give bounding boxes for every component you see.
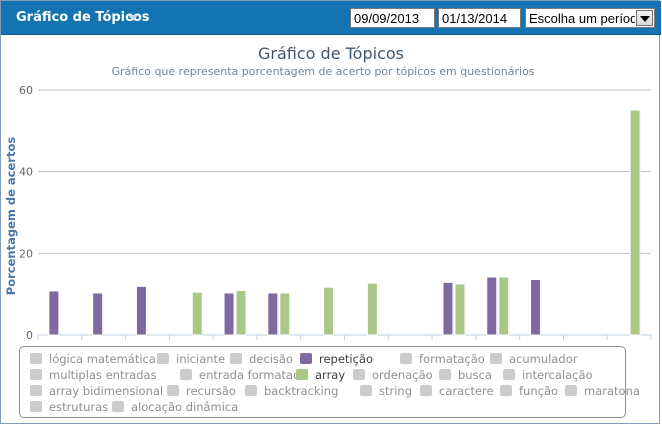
legend-label: multiplas entradas xyxy=(49,368,157,382)
topics-bar-chart: Gráfico de Tópicos Gráfico que represent… xyxy=(4,44,652,342)
y-tick-label: 20 xyxy=(19,247,33,260)
legend-label: decisão xyxy=(249,352,293,366)
legend-swatch xyxy=(300,353,312,364)
legend-item[interactable]: string xyxy=(360,384,412,400)
legend-swatch xyxy=(490,353,502,364)
legend-item[interactable]: estruturas xyxy=(30,400,108,416)
bar-repeticao[interactable] xyxy=(530,278,542,336)
legend-swatch xyxy=(30,353,42,364)
legend-item[interactable]: alocação dinâmica xyxy=(112,400,238,416)
legend-swatch xyxy=(157,353,169,364)
legend-item[interactable]: lógica matemática xyxy=(30,352,156,368)
legend-swatch xyxy=(565,385,577,396)
chevron-down-icon[interactable] xyxy=(128,15,138,21)
legend-item[interactable]: array bidimensional xyxy=(30,384,163,400)
chart-legend: lógica matemática iniciante decisão repetiç… xyxy=(19,346,640,418)
legend-swatch xyxy=(30,385,42,396)
legend-label: maratona xyxy=(584,384,640,398)
bar-array[interactable] xyxy=(279,292,291,336)
bar-array[interactable] xyxy=(323,286,335,336)
bar-repeticao[interactable] xyxy=(48,290,60,336)
legend-label: intercalação xyxy=(522,368,593,382)
legend-swatch xyxy=(230,353,242,364)
bar-repeticao[interactable] xyxy=(223,292,235,336)
legend-swatch xyxy=(180,369,192,380)
bar-array[interactable] xyxy=(454,283,466,336)
legend-label: array bidimensional xyxy=(49,384,164,398)
legend-label: lógica matemática xyxy=(49,352,156,366)
panel-header: Gráfico de Tópicos Escolha um período xyxy=(1,1,661,35)
legend-item[interactable]: formatação xyxy=(400,352,485,368)
legend-swatch xyxy=(30,369,42,380)
legend-label: entrada formatada xyxy=(199,368,308,382)
legend-item[interactable]: recursão xyxy=(167,384,236,400)
legend-item[interactable]: array xyxy=(296,368,345,384)
legend-item[interactable]: intercalação xyxy=(503,368,593,384)
legend-item[interactable]: backtracking xyxy=(245,384,338,400)
legend-swatch xyxy=(439,369,451,380)
legend-item[interactable]: busca xyxy=(439,368,492,384)
legend-label: função xyxy=(519,384,559,398)
legend-label: estruturas xyxy=(49,400,109,414)
legend-swatch xyxy=(296,369,308,380)
legend-swatch xyxy=(420,385,432,396)
legend-label: recursão xyxy=(186,384,236,398)
chart-title: Gráfico de Tópicos xyxy=(258,44,404,63)
legend-item[interactable]: acumulador xyxy=(490,352,577,368)
y-axis-label: Porcentagem de acertos xyxy=(4,137,18,296)
legend-swatch xyxy=(167,385,179,396)
legend-label: backtracking xyxy=(264,384,339,398)
legend-item[interactable]: decisão xyxy=(230,352,293,368)
start-date-input[interactable] xyxy=(350,8,435,28)
legend-swatch xyxy=(245,385,257,396)
topics-chart-panel: Gráfico de Tópicos Escolha um período Gr… xyxy=(0,0,661,424)
bar-array[interactable] xyxy=(235,289,247,336)
legend-label: acumulador xyxy=(509,352,578,366)
period-select-value: Escolha um período xyxy=(529,11,635,26)
legend-item[interactable]: entrada formatada xyxy=(180,368,307,384)
legend-item[interactable]: multiplas entradas xyxy=(30,368,157,384)
bar-repeticao[interactable] xyxy=(92,292,104,336)
y-tick-label: 0 xyxy=(26,329,33,342)
chart-subtitle: Gráfico que representa porcentagem de ac… xyxy=(111,65,534,78)
legend-item[interactable]: iniciante xyxy=(157,352,225,368)
period-select[interactable]: Escolha um período xyxy=(525,8,655,28)
legend-swatch xyxy=(353,369,365,380)
legend-swatch xyxy=(30,401,42,412)
bar-array[interactable] xyxy=(366,282,378,336)
y-tick-label: 60 xyxy=(19,84,33,97)
legend-swatch xyxy=(503,369,515,380)
legend-item[interactable]: caractere xyxy=(420,384,494,400)
dropdown-arrow-icon xyxy=(640,16,650,22)
legend-swatch xyxy=(400,353,412,364)
end-date-input[interactable] xyxy=(438,8,521,28)
legend-swatch xyxy=(360,385,372,396)
bar-repeticao[interactable] xyxy=(267,292,279,336)
legend-label: ordenação xyxy=(372,368,433,382)
y-tick-label: 40 xyxy=(19,166,33,179)
legend-label: caractere xyxy=(439,384,494,398)
legend-label: repetição xyxy=(319,352,374,366)
legend-item[interactable]: maratona xyxy=(565,384,640,400)
legend-label: iniciante xyxy=(176,352,226,366)
legend-label: alocação dinâmica xyxy=(131,400,239,414)
bar-array[interactable] xyxy=(191,291,203,336)
bar-repeticao[interactable] xyxy=(135,285,147,336)
legend-item[interactable]: repetição xyxy=(300,352,373,368)
legend-swatch xyxy=(500,385,512,396)
legend-label: string xyxy=(379,384,413,398)
bar-repeticao[interactable] xyxy=(442,281,454,336)
legend-label: array xyxy=(315,368,346,382)
legend-label: formatação xyxy=(419,352,485,366)
legend-item[interactable]: função xyxy=(500,384,558,400)
bar-array[interactable] xyxy=(629,109,641,336)
legend-swatch xyxy=(112,401,124,412)
bar-array[interactable] xyxy=(498,276,510,336)
period-select-button[interactable] xyxy=(636,10,653,26)
legend-item[interactable]: ordenação xyxy=(353,368,433,384)
legend-label: busca xyxy=(458,368,492,382)
bar-repeticao[interactable] xyxy=(486,276,498,336)
